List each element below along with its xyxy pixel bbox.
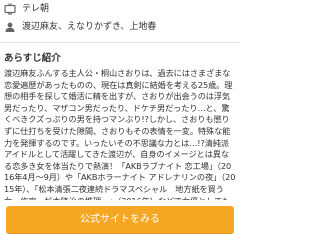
synopsis-text: 渡辺麻友ふんする主人公・桐山さおりは、過去にはさまざまな恋愛遍歴があったものの、… <box>4 68 236 216</box>
cta-area: 公式サイトをみる <box>0 200 240 240</box>
program-detail-screen: テレ朝 渡辺麻友、えなりかずき、上地春 あらすじ紹介 渡辺麻友ふんする主人公・桐… <box>0 0 240 240</box>
tv-icon <box>4 3 16 15</box>
synopsis-heading: あらすじ紹介 <box>4 53 61 64</box>
cast-row: 渡辺麻友、えなりかずき、上地春 <box>0 18 240 36</box>
section-divider <box>0 42 240 43</box>
official-site-button[interactable]: 公式サイトをみる <box>6 206 234 234</box>
person-icon <box>4 21 16 33</box>
station-row: テレ朝 <box>0 0 240 18</box>
station-name: テレ朝 <box>22 4 50 14</box>
cast-list: 渡辺麻友、えなりかずき、上地春 <box>22 22 157 32</box>
